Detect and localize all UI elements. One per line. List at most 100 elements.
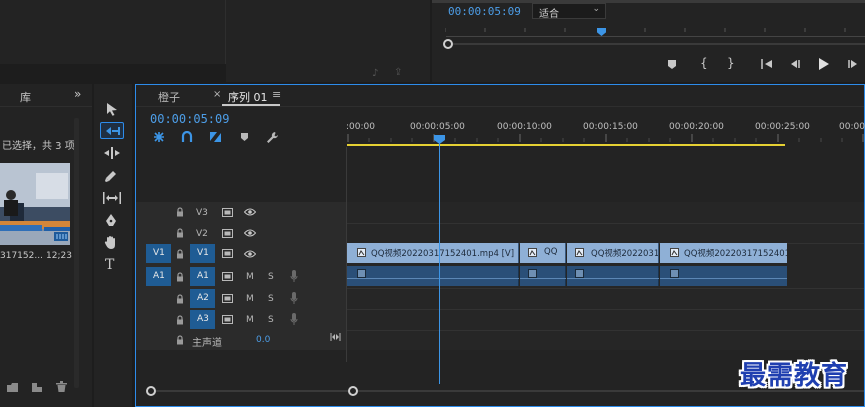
export-frame-icon[interactable]: ♪ [372,68,378,79]
track-target-v1[interactable]: V1 [190,244,215,263]
fit-dropdown-label: 适合 [539,9,559,20]
solo-button[interactable]: S [268,294,274,304]
go-to-end-icon[interactable] [330,332,341,342]
microphone-icon[interactable] [290,292,298,305]
sync-lock-icon[interactable] [222,229,233,238]
new-item-icon[interactable] [31,382,43,393]
sequence-timecode[interactable]: 00:00:05:09 [150,112,229,126]
program-timecode[interactable]: 00:00:05:09 [448,5,521,18]
lock-icon[interactable] [176,249,184,259]
sync-lock-icon[interactable] [222,208,233,217]
audio-clip[interactable] [660,266,787,286]
master-volume-value[interactable]: 0.0 [256,335,270,345]
close-icon[interactable]: × [213,89,221,100]
track-select-forward-icon [106,127,120,135]
program-playhead[interactable] [597,28,606,36]
video-clip[interactable]: QQ视频20220317152401.mp4 [V] [347,243,519,263]
hand-tool-icon[interactable] [104,235,118,250]
track-target-a3[interactable]: A3 [190,310,215,329]
lock-icon[interactable] [176,294,184,304]
tab-menu-icon[interactable]: ≡ [272,88,281,101]
nest-sequence-icon[interactable] [153,131,165,143]
mute-button[interactable]: M [246,315,254,325]
time-ruler[interactable]: :00:00 00:00:05:00 00:00:10:00 00:00:15:… [346,115,865,147]
mark-out-icon[interactable]: } [727,56,735,70]
timeline-scroll-right-handle[interactable] [348,386,358,396]
new-bin-icon[interactable] [6,382,19,393]
fx-badge-icon [670,269,679,278]
mute-button[interactable]: M [246,294,254,304]
slip-tool-icon[interactable] [102,192,122,204]
audio-clip[interactable] [567,266,659,286]
lock-icon[interactable] [176,272,184,282]
track-target-a2[interactable]: A2 [190,289,215,308]
timeline-scroll-left-handle[interactable] [146,386,156,396]
audio-clip[interactable] [520,266,566,286]
project-tab-library[interactable]: 库 [20,89,31,105]
snap-icon[interactable] [181,131,193,143]
project-scrollbar[interactable] [74,118,79,388]
fit-dropdown[interactable]: 适合 ⌄ [532,3,606,20]
timeline-scroll-bar[interactable] [156,390,350,392]
source-patch-v1[interactable]: V1 [146,244,171,263]
tools-panel: T [94,84,132,407]
ripple-edit-tool-icon[interactable] [103,147,121,159]
track-target-a1[interactable]: A1 [190,267,215,286]
audio-clip[interactable] [347,266,519,286]
video-clip[interactable]: QQ视频20220317152401.m [660,243,787,263]
ruler-label: 00:00:20:00 [669,122,724,132]
sync-lock-icon[interactable] [222,315,233,324]
video-clip[interactable]: QQ视频20220317 [567,243,659,263]
trash-icon[interactable] [56,381,67,393]
sync-lock-icon[interactable] [222,294,233,303]
ruler-ticks [347,134,864,142]
track-label-v3[interactable]: V3 [196,208,208,218]
microphone-icon[interactable] [290,313,298,326]
wrench-icon[interactable] [266,131,279,144]
type-tool-icon[interactable]: T [105,257,114,273]
video-clip[interactable]: QQ [520,243,566,263]
source-patch-a1[interactable]: A1 [146,267,171,286]
source-patch-v1-label: V1 [153,248,165,258]
eye-icon[interactable] [244,208,256,216]
step-forward-icon[interactable] [846,58,860,70]
linked-selection-icon[interactable] [209,131,222,143]
clip-thumbnail[interactable] [0,163,70,245]
tab-sequence-01[interactable]: 序列 01 [228,89,268,105]
ruler-label: 00:00:15:00 [583,122,638,132]
lock-icon[interactable] [176,315,184,325]
step-back-icon[interactable] [788,58,802,70]
track-label-a2: A2 [197,293,209,303]
work-area-bar[interactable] [347,144,785,146]
program-video-edge [432,0,865,3]
track-label-v2[interactable]: V2 [196,229,208,239]
track-select-tool[interactable] [100,122,124,139]
solo-button[interactable]: S [268,272,274,282]
add-marker-icon[interactable] [240,132,249,142]
pen-tool-icon[interactable] [104,213,118,228]
clip-name: 317152... [0,251,43,261]
clip-label: QQ视频20220317 [591,249,659,259]
goto-in-icon[interactable] [760,58,774,70]
program-zoom-bar[interactable] [453,43,865,45]
microphone-icon[interactable] [290,270,298,283]
eye-icon[interactable] [244,250,256,258]
program-zoom-handle-left[interactable] [443,39,453,49]
solo-button[interactable]: S [268,315,274,325]
tab-orange[interactable]: 橙子 [158,89,180,105]
panel-overflow-icon[interactable]: » [74,87,81,101]
play-icon[interactable] [817,57,830,71]
lock-icon[interactable] [176,207,184,217]
selection-tool-icon[interactable] [106,102,118,116]
mark-in-icon[interactable]: { [700,56,708,70]
razor-tool-icon[interactable] [104,169,118,183]
insert-icon[interactable]: ⇪ [394,67,402,78]
mute-button[interactable]: M [246,272,254,282]
lock-icon[interactable] [176,335,184,345]
marker-icon[interactable] [667,59,677,70]
sync-lock-icon[interactable] [222,272,233,281]
track-label-v1: V1 [197,248,209,258]
lock-icon[interactable] [176,228,184,238]
sync-lock-icon[interactable] [222,249,233,258]
eye-icon[interactable] [244,229,256,237]
